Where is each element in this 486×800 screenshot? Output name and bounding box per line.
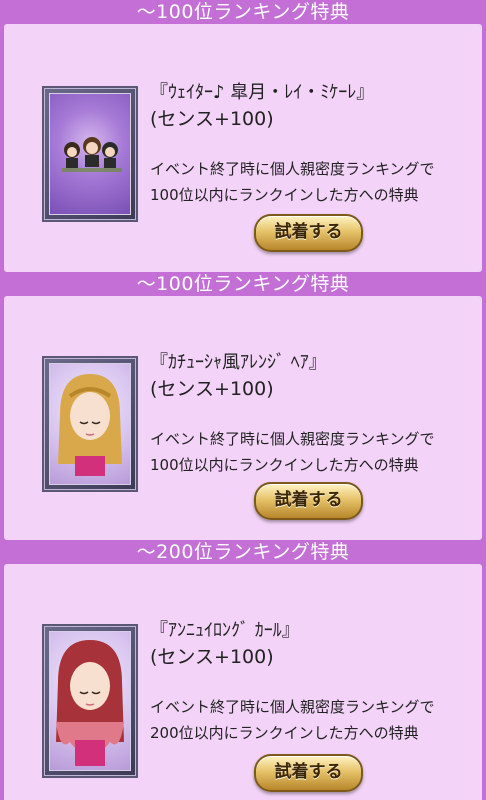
section-header: 〜100位ランキング特典 (0, 0, 486, 24)
item-title: 『ｳｪｲﾀｰ♪ 皐月・ﾚｲ・ﾐｹｰﾚ』 (150, 82, 375, 103)
waiter-chibi-image (62, 137, 122, 172)
reward-panel-1: 『ｳｪｲﾀｰ♪ 皐月・ﾚｲ・ﾐｹｰﾚ』 (センス+100) イベント終了時に個人… (4, 24, 482, 272)
description-line-1: イベント終了時に個人親密度ランキングで (150, 160, 435, 178)
item-thumbnail (42, 624, 138, 778)
section-header: 〜200位ランキング特典 (0, 540, 486, 564)
item-image (49, 631, 131, 771)
item-description: イベント終了時に個人親密度ランキングで 100位以内にランクインした方への特典 (150, 426, 435, 478)
item-description: イベント終了時に個人親密度ランキングで 200位以内にランクインした方への特典 (150, 694, 435, 746)
item-title: 『ｱﾝﾆｭｲﾛﾝｸﾞ ｶｰﾙ』 (150, 620, 300, 641)
try-on-button[interactable]: 試着する (254, 482, 363, 520)
reward-panel-2: 『ｶﾁｭｰｼｬ風ｱﾚﾝｼﾞ ﾍｱ』 (センス+100) イベント終了時に個人親密… (4, 296, 482, 540)
item-bonus: (センス+100) (150, 378, 274, 400)
item-thumbnail (42, 356, 138, 492)
reward-panel-3: 『ｱﾝﾆｭｲﾛﾝｸﾞ ｶｰﾙ』 (センス+100) イベント終了時に個人親密度ラ… (4, 564, 482, 800)
item-thumbnail (42, 86, 138, 222)
item-bonus: (センス+100) (150, 646, 274, 668)
description-line-2: 100位以内にランクインした方への特典 (150, 186, 419, 204)
description-line-1: イベント終了時に個人親密度ランキングで (150, 698, 435, 716)
reward-section-1: 〜100位ランキング特典 (0, 0, 486, 24)
item-image (49, 93, 131, 215)
item-bonus: (センス+100) (150, 108, 274, 130)
try-on-button[interactable]: 試着する (254, 754, 363, 792)
item-title: 『ｶﾁｭｰｼｬ風ｱﾚﾝｼﾞ ﾍｱ』 (150, 352, 327, 373)
item-description: イベント終了時に個人親密度ランキングで 100位以内にランクインした方への特典 (150, 156, 435, 208)
reward-section-3: 〜200位ランキング特典 (0, 540, 486, 564)
braided-hair-avatar-image (58, 374, 122, 476)
reward-section-2: 〜100位ランキング特典 (0, 272, 486, 296)
curled-hair-avatar-image (56, 640, 124, 766)
section-header: 〜100位ランキング特典 (0, 272, 486, 296)
item-image (49, 363, 131, 485)
description-line-2: 200位以内にランクインした方への特典 (150, 724, 419, 742)
try-on-button[interactable]: 試着する (254, 214, 363, 252)
description-line-1: イベント終了時に個人親密度ランキングで (150, 430, 435, 448)
description-line-2: 100位以内にランクインした方への特典 (150, 456, 419, 474)
